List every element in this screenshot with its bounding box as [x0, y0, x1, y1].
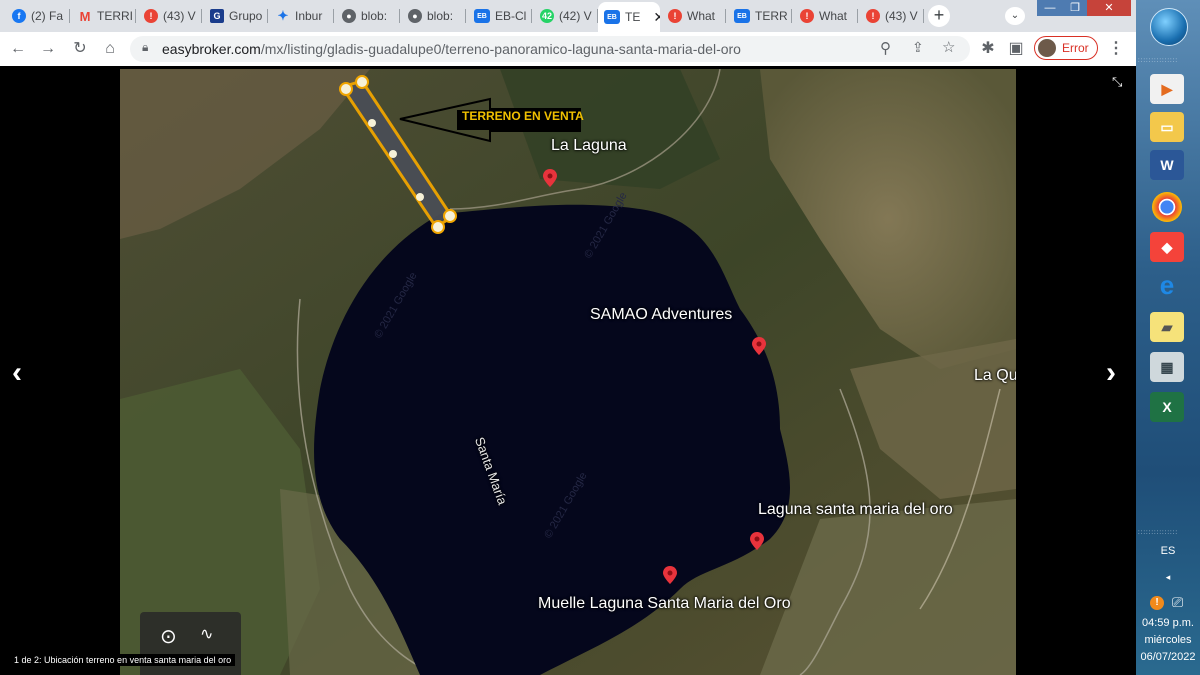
lock-icon[interactable]: 🔒︎: [142, 40, 148, 55]
windows-taskbar: ::::::::::::::: ▶ ▭ W ◆ e ▰ ▦ X ::::::::…: [1136, 0, 1200, 675]
taskbar-grip: :::::::::::::::: [1138, 58, 1179, 64]
taskbar-grip: :::::::::::::::: [1138, 530, 1179, 536]
location-pin-icon[interactable]: ⊙: [160, 624, 177, 649]
satellite-map: © 2021 Google © 2021 Google © 2021 Googl…: [120, 69, 1016, 675]
address-bar[interactable]: 🔒︎ easybroker.com/mx/listing/gladis-guad…: [130, 36, 970, 62]
calculator-icon[interactable]: ▦: [1150, 352, 1184, 382]
minimize-button[interactable]: —: [1037, 0, 1063, 16]
whatsapp-icon: 42: [540, 9, 554, 23]
side-panel-icon[interactable]: ▣: [1006, 40, 1026, 58]
inbursa-icon: ✦: [277, 8, 289, 23]
place-label-la-laguna: La Laguna: [551, 137, 627, 154]
fullscreen-exit-icon[interactable]: ⤡: [1112, 74, 1122, 90]
route-path-icon[interactable]: ∿: [200, 624, 213, 644]
alert-icon: !: [800, 9, 814, 23]
easybroker-icon: EB: [604, 10, 620, 24]
clock-time[interactable]: 04:59 p.m.: [1136, 617, 1200, 629]
alert-icon: !: [144, 9, 158, 23]
map-pin-icon[interactable]: [543, 169, 557, 187]
prev-image-button[interactable]: ‹: [12, 356, 22, 390]
menu-kebab-icon[interactable]: ⋮: [1106, 40, 1126, 58]
excel-icon[interactable]: X: [1150, 392, 1184, 422]
anydesk-icon[interactable]: ◆: [1150, 232, 1184, 262]
internet-explorer-icon[interactable]: e: [1150, 270, 1184, 300]
tab[interactable]: ✦ Inbur: [270, 3, 334, 29]
facebook-icon: f: [12, 9, 26, 23]
place-label-muelle: Muelle Laguna Santa Maria del Oro: [538, 595, 791, 612]
tab[interactable]: 42 (42) V: [534, 3, 598, 29]
notification-warning-icon[interactable]: !: [1150, 596, 1164, 610]
tab[interactable]: G Grupo: [204, 3, 268, 29]
gmail-icon: M: [79, 8, 91, 24]
tray-arrow-icon[interactable]: ◂: [1136, 572, 1200, 583]
network-icon[interactable]: ⎚: [1172, 594, 1183, 611]
start-button[interactable]: [1150, 8, 1188, 46]
image-viewer: © 2021 Google © 2021 Google © 2021 Googl…: [0, 66, 1136, 675]
tab[interactable]: f (2) Fa: [6, 3, 70, 29]
place-label-samao: SAMAO Adventures: [590, 306, 733, 323]
next-image-button[interactable]: ›: [1106, 356, 1116, 390]
satellite-map-image: © 2021 Google © 2021 Google © 2021 Googl…: [120, 69, 1016, 675]
restore-button[interactable]: ❐: [1063, 0, 1087, 16]
back-arrow-icon[interactable]: ←: [8, 40, 28, 58]
clock-day[interactable]: miércoles: [1136, 634, 1200, 646]
close-window-button[interactable]: ✕: [1087, 0, 1131, 16]
close-tab-icon[interactable]: ✕: [653, 9, 660, 26]
image-caption: 1 de 2: Ubicación terreno en venta santa…: [10, 654, 236, 666]
file-explorer-icon[interactable]: ▭: [1150, 112, 1184, 142]
tab-search-chevron-icon[interactable]: ⌄: [1005, 7, 1025, 25]
tab-strip: f (2) Fa M TERRI ! (43) V G Grupo ✦ Inbur ● bl…: [0, 0, 1136, 32]
alert-icon: !: [866, 9, 880, 23]
share-icon[interactable]: ⇪: [912, 39, 924, 56]
media-player-icon[interactable]: ▶: [1150, 74, 1184, 104]
map-pin-icon[interactable]: [752, 337, 766, 355]
home-icon[interactable]: ⌂: [100, 40, 120, 58]
tab[interactable]: EB EB-Cl: [468, 3, 532, 29]
tab[interactable]: ! What: [662, 3, 726, 29]
tab[interactable]: ! What: [794, 3, 858, 29]
tab[interactable]: ! (43) V: [860, 3, 924, 29]
toolbar: ← → ↻ ⌂ 🔒︎ easybroker.com/mx/listing/gla…: [0, 32, 1136, 67]
new-tab-button[interactable]: +: [928, 5, 950, 27]
bookmark-star-icon[interactable]: ☆: [942, 38, 955, 56]
grupo-icon: G: [210, 9, 224, 23]
tab[interactable]: ! (43) V: [138, 3, 202, 29]
map-pin-icon[interactable]: [663, 566, 677, 584]
easybroker-icon: EB: [734, 9, 750, 23]
callout-label: TERRENO EN VENTA: [462, 109, 584, 123]
clock-date[interactable]: 06/07/2022: [1136, 651, 1200, 663]
easybroker-icon: EB: [474, 9, 490, 23]
word-icon[interactable]: W: [1150, 150, 1184, 180]
forward-arrow-icon[interactable]: →: [38, 40, 58, 58]
alert-icon: !: [668, 9, 682, 23]
sticky-notes-icon[interactable]: ▰: [1150, 312, 1184, 342]
extensions-puzzle-icon[interactable]: ✱: [978, 40, 998, 58]
profile-button[interactable]: Error: [1034, 36, 1098, 60]
tab[interactable]: EB TERR: [728, 3, 792, 29]
github-icon: ●: [408, 9, 422, 23]
url-text[interactable]: easybroker.com/mx/listing/gladis-guadalu…: [162, 41, 741, 57]
zoom-search-icon[interactable]: ⚲: [880, 39, 891, 57]
tab-active[interactable]: EB TE ✕: [598, 2, 660, 32]
tab[interactable]: M TERRI: [72, 3, 136, 29]
map-pin-icon[interactable]: [750, 532, 764, 550]
github-icon: ●: [342, 9, 356, 23]
place-label-laguna-santa-maria: Laguna santa maria del oro: [758, 501, 953, 518]
place-label-la-qu: La Qu: [974, 367, 1016, 384]
tab[interactable]: ● blob:: [336, 3, 400, 29]
reload-icon[interactable]: ↻: [70, 40, 90, 58]
tab[interactable]: ● blob:: [402, 3, 466, 29]
avatar: [1038, 39, 1056, 57]
chrome-icon[interactable]: [1152, 192, 1182, 222]
language-indicator[interactable]: ES: [1136, 545, 1200, 557]
